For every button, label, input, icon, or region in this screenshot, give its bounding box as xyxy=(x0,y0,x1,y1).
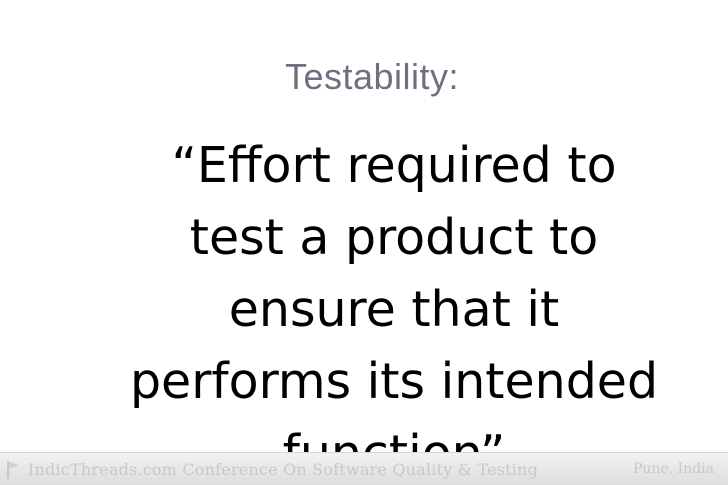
flag-mark-icon xyxy=(5,459,21,481)
quote-line: test a product to xyxy=(189,209,599,266)
footer-bar: IndicThreads.com Conference On Software … xyxy=(0,452,728,485)
quote-line: ensure that it xyxy=(228,281,560,338)
footer-location-text: Pune, India xyxy=(633,461,714,477)
slide-title: Testability: xyxy=(284,56,460,97)
footer-brand-text: IndicThreads.com Conference On Software … xyxy=(28,460,539,479)
quote-line: performs its intended xyxy=(129,353,659,410)
slide: Testability: “Effort required to test a … xyxy=(0,0,728,485)
quote: “Effort required to test a product to en… xyxy=(60,130,728,485)
quote-line: “Effort required to xyxy=(171,137,617,194)
